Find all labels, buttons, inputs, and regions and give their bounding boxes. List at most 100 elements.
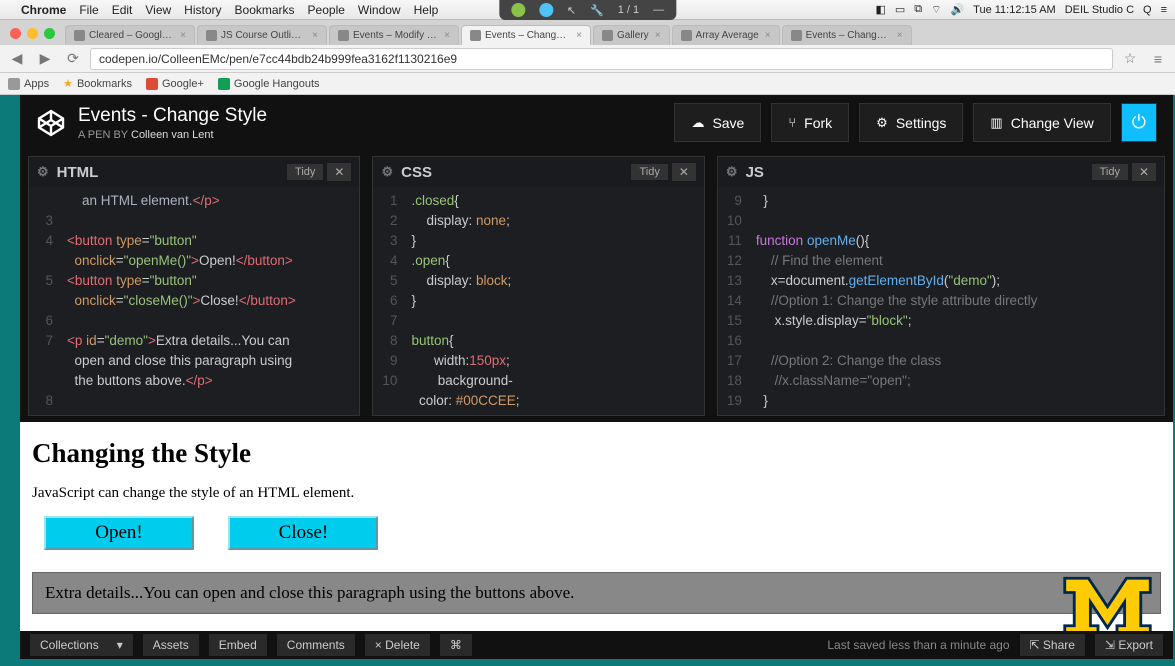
favicon-icon [74,30,85,41]
tidy-button[interactable]: Tidy [287,164,323,180]
power-button[interactable]: ⏻ [1121,103,1157,142]
hammer-icon[interactable]: 🔧 [590,4,604,17]
embed-button[interactable]: Embed [209,634,267,656]
demo-paragraph: Extra details...You can open and close t… [32,572,1161,614]
minimize-icon[interactable]: — [653,4,664,16]
favicon-icon [681,30,692,41]
gear-icon[interactable]: ⚙ [726,164,738,180]
app-name[interactable]: Chrome [21,3,66,17]
pen-title[interactable]: Events - Change Style [78,105,267,127]
editor-row: ⚙ HTML Tidy ✕ an HTML element.</p> 3 4<b… [20,150,1173,422]
tab-close-icon[interactable]: × [180,30,186,41]
save-status: Last saved less than a minute ago [827,638,1009,652]
share-button[interactable]: ⇱ Share [1020,634,1085,656]
screen-icon: ▭ [895,3,905,16]
codepen-logo-icon[interactable] [36,108,66,138]
bookmark-item[interactable]: Google+ [146,78,204,90]
forward-button[interactable]: ▶ [34,49,56,69]
layout-icon: ▥ [990,115,1002,131]
html-panel: ⚙ HTML Tidy ✕ an HTML element.</p> 3 4<b… [28,156,360,416]
gplus-icon [146,78,158,90]
bookmark-star-icon[interactable]: ☆ [1119,49,1141,69]
menubar-indicator: ◧ [875,3,885,16]
brush-blue-icon[interactable] [539,3,553,17]
assets-button[interactable]: Assets [143,634,199,656]
user-label[interactable]: DEIL Studio C [1065,4,1134,16]
html-editor[interactable]: an HTML element.</p> 3 4<button type="bu… [29,187,359,415]
close-window-icon[interactable] [10,28,21,39]
volume-icon[interactable]: 🔊 [950,3,964,16]
clock[interactable]: Tue 11:12:15 AM [973,4,1056,16]
favicon-icon [791,30,802,41]
panel-title: CSS [401,164,432,181]
gear-icon[interactable]: ⚙ [37,164,49,180]
zoom-window-icon[interactable] [44,28,55,39]
window-controls[interactable] [4,28,65,45]
apps-button[interactable]: Apps [8,78,49,90]
comments-button[interactable]: Comments [277,634,355,656]
settings-button[interactable]: ⚙Settings [859,103,963,142]
codepen-footer: Collections▾ Assets Embed Comments × Del… [20,631,1173,659]
menu-window[interactable]: Window [358,3,401,17]
favicon-icon [470,30,481,41]
screen-annotate-toolbar[interactable]: ↖ 🔧 1 / 1 — [499,0,676,20]
power-icon: ⏻ [1132,112,1146,133]
browser-tab[interactable]: Events – Change Style× [782,25,912,45]
menu-history[interactable]: History [184,3,221,17]
open-button[interactable]: Open! [44,516,194,550]
tab-close-icon[interactable]: × [655,30,661,41]
browser-tab[interactable]: Gallery× [593,25,670,45]
delete-button[interactable]: × Delete [365,634,430,656]
browser-toolbar: ◀ ▶ ⟳ ☆ ≡ [0,45,1175,73]
reload-button[interactable]: ⟳ [62,49,84,69]
menu-bookmarks[interactable]: Bookmarks [235,3,295,17]
browser-tab[interactable]: Events – Modify The DOM× [329,25,459,45]
browser-tab[interactable]: Cleared – Google Drive× [65,25,195,45]
gear-icon[interactable]: ⚙ [381,164,393,180]
menu-view[interactable]: View [145,3,171,17]
preview-heading: Changing the Style [32,438,1161,469]
save-button[interactable]: ☁Save [674,103,761,142]
panel-close-button[interactable]: ✕ [672,163,696,181]
back-button[interactable]: ◀ [6,49,28,69]
tab-close-icon[interactable]: × [444,30,450,41]
change-view-button[interactable]: ▥Change View [973,103,1110,142]
wifi-icon[interactable]: ⌔ [931,3,941,17]
fork-button[interactable]: ⑂Fork [771,103,849,142]
cursor-icon[interactable]: ↖ [567,4,576,17]
minimize-window-icon[interactable] [27,28,38,39]
menu-edit[interactable]: Edit [112,3,133,17]
bookmarks-bar: Apps ★Bookmarks Google+ Google Hangouts [0,73,1175,95]
chrome-menu-icon[interactable]: ≡ [1147,49,1169,69]
export-button[interactable]: ⇲ Export [1095,634,1163,656]
browser-tab[interactable]: Array Average× [672,25,780,45]
panel-close-button[interactable]: ✕ [1132,163,1156,181]
bookmark-item[interactable]: ★Bookmarks [63,77,132,90]
notification-icon[interactable]: ≡ [1161,4,1167,16]
bookmark-item[interactable]: Google Hangouts [218,78,320,90]
menu-help[interactable]: Help [414,3,439,17]
menu-people[interactable]: People [308,3,345,17]
tidy-button[interactable]: Tidy [1092,164,1128,180]
css-editor[interactable]: 1.closed{ 2 display: none; 3} 4.open{ 5 … [373,187,703,415]
close-button[interactable]: Close! [228,516,378,550]
browser-tab-active[interactable]: Events – Change Style× [461,25,591,45]
tab-close-icon[interactable]: × [897,30,903,41]
spotlight-icon[interactable]: Q [1143,4,1152,16]
browser-tab[interactable]: JS Course Outline – Goog× [197,25,327,45]
dropbox-icon[interactable]: ⧉ [914,3,922,16]
tab-close-icon[interactable]: × [576,30,582,41]
tab-close-icon[interactable]: × [312,30,318,41]
brush-green-icon[interactable] [511,3,525,17]
address-input[interactable] [90,48,1113,70]
tab-close-icon[interactable]: × [765,30,771,41]
collections-button[interactable]: Collections▾ [30,634,133,656]
panel-close-button[interactable]: ✕ [327,163,351,181]
panel-title: HTML [57,164,99,181]
codepen-header: Events - Change Style A PEN BY Colleen v… [20,95,1173,150]
keyboard-button[interactable]: ⌘ [440,634,472,656]
tidy-button[interactable]: Tidy [631,164,667,180]
js-editor[interactable]: 9 } 10 11function openMe(){ 12 // Find t… [718,187,1164,415]
menu-file[interactable]: File [79,3,98,17]
hangouts-icon [218,78,230,90]
